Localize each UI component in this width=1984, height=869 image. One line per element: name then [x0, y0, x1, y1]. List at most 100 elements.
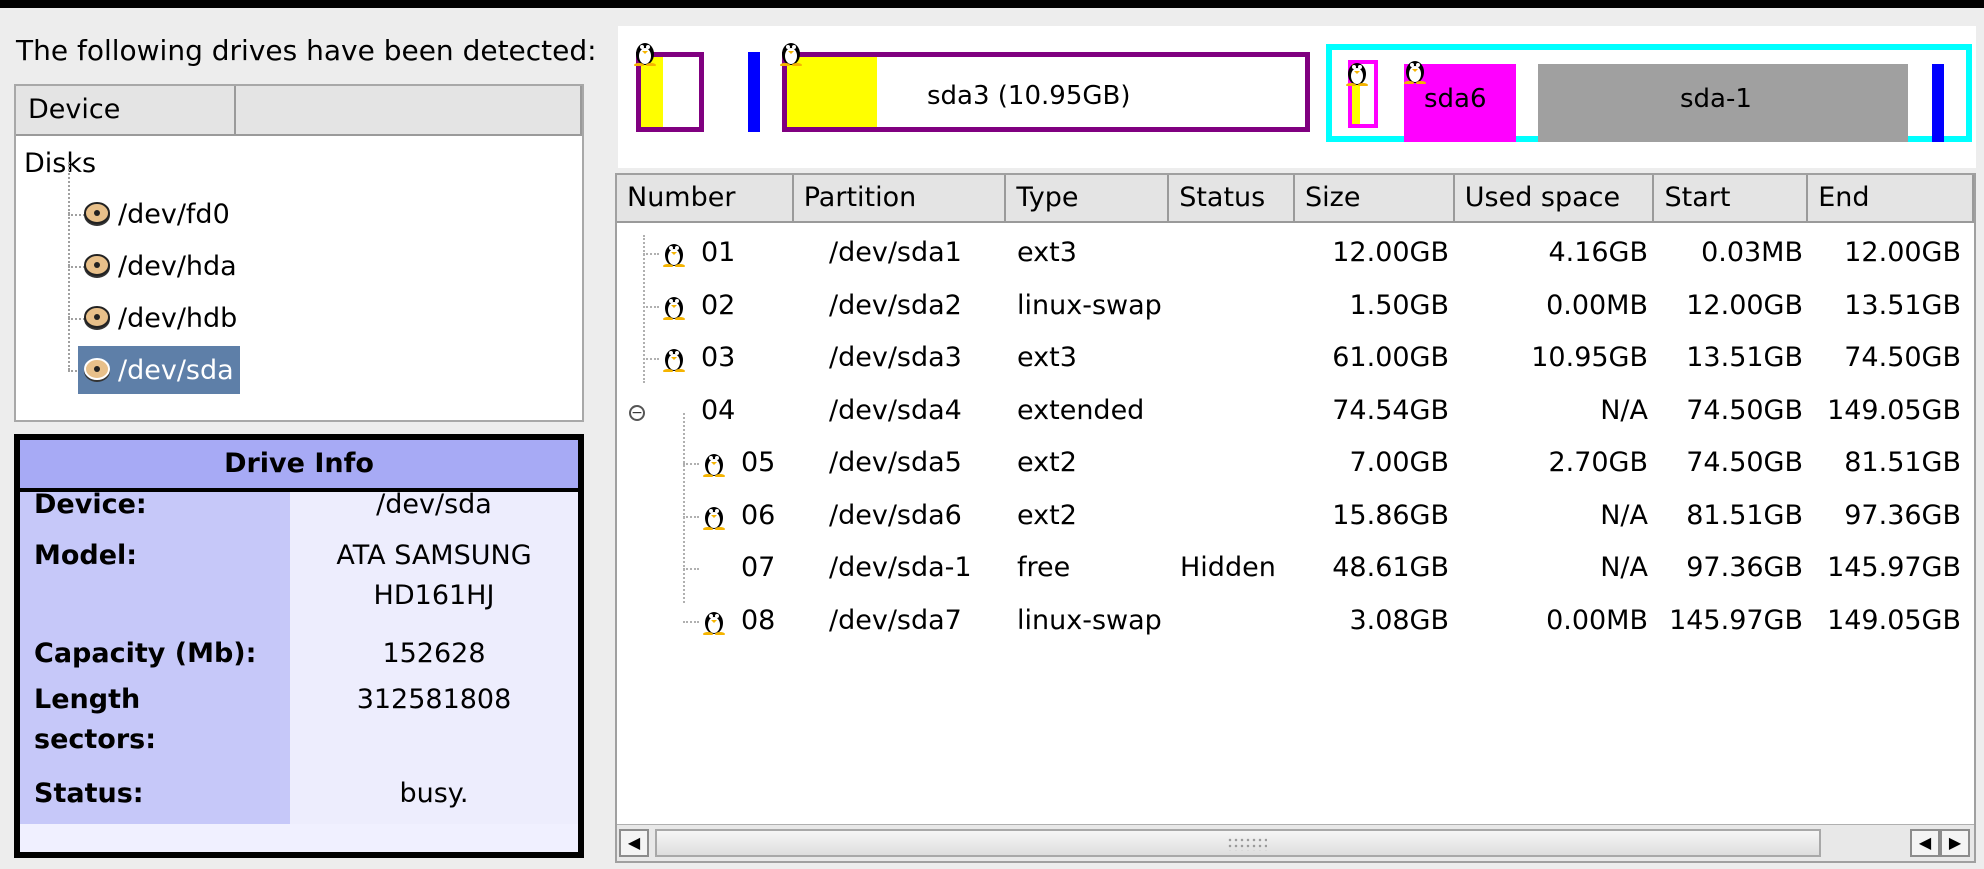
- cell-partition: /dev/sda7: [829, 604, 962, 636]
- info-value: busy.: [290, 768, 578, 824]
- tree-item-fd0[interactable]: /dev/fd0: [58, 162, 578, 240]
- table-row[interactable]: 02/dev/sda2 linux-swap 1.50GB 0.00MB 12.00GB…: [617, 280, 1974, 332]
- scroll-left-button[interactable]: ◀: [619, 829, 649, 857]
- cell-type: linux-swap: [1017, 289, 1162, 321]
- tux-icon: [661, 292, 687, 327]
- partition-manager-window: The following drives have been detected:…: [0, 8, 1984, 869]
- cell-end: 149.05GB: [1827, 604, 1961, 636]
- partition-block-free[interactable]: sda-1: [1538, 64, 1908, 142]
- hard-disk-icon: [84, 202, 110, 226]
- table-row[interactable]: 06/dev/sda6 ext2 15.86GB N/A 81.51GB 97.36GB: [617, 490, 1974, 542]
- column-header-end[interactable]: End: [1808, 175, 1974, 223]
- cell-size: 15.86GB: [1332, 499, 1449, 531]
- cell-type: free: [1017, 552, 1071, 583]
- cell-end: 145.97GB: [1827, 552, 1961, 583]
- cell-end: 81.51GB: [1844, 447, 1961, 478]
- info-row-capacity: Capacity (Mb): 152628: [20, 628, 578, 680]
- cell-number: 02: [701, 289, 736, 321]
- column-header-start[interactable]: Start: [1654, 175, 1809, 223]
- column-header-status[interactable]: Status: [1169, 175, 1295, 223]
- column-header-type[interactable]: Type: [1006, 175, 1170, 223]
- column-header-used-space[interactable]: Used space: [1454, 175, 1655, 223]
- cell-partition: /dev/sda1: [829, 237, 962, 268]
- cell-partition: /dev/sda2: [829, 289, 962, 321]
- table-row[interactable]: − 04/dev/sda4 extended 74.54GB N/A 74.50GB 149…: [617, 385, 1974, 437]
- tree-guide-line: [643, 358, 659, 360]
- cell-start: 81.51GB: [1686, 499, 1803, 531]
- tree-guide-line: [643, 253, 659, 255]
- tree-guide-line: [683, 463, 699, 465]
- tree-guide-line: [643, 305, 659, 308]
- column-header-number[interactable]: Number: [617, 175, 794, 223]
- tree-item-label: /dev/hda: [118, 250, 237, 282]
- column-header-partition[interactable]: Partition: [793, 175, 1007, 223]
- tux-icon: [701, 607, 727, 642]
- info-row-device: Device: /dev/sda: [20, 491, 578, 536]
- cell-partition: /dev/sda-1: [829, 552, 972, 583]
- horizontal-scrollbar[interactable]: ◀ ◀ ▶: [617, 824, 1974, 861]
- cell-partition: /dev/sda3: [829, 342, 962, 373]
- info-row-status: Status: busy.: [20, 768, 578, 824]
- table-row[interactable]: 07/dev/sda-1 free Hidden 48.61GB N/A 97.36GB 1…: [617, 542, 1974, 594]
- cell-partition: /dev/sda6: [829, 499, 962, 531]
- hard-disk-icon: [84, 254, 110, 278]
- collapse-expander-icon[interactable]: −: [629, 404, 645, 421]
- partition-block-sda7[interactable]: [1932, 64, 1944, 142]
- tree-root-disks[interactable]: Disks: [24, 148, 96, 179]
- detected-drives-label: The following drives have been detected:: [16, 34, 597, 67]
- table-row[interactable]: 03/dev/sda3 ext3 61.00GB 10.95GB 13.51GB 74.5…: [617, 332, 1974, 384]
- cell-number: 08: [741, 604, 776, 636]
- column-header-blank: [236, 86, 582, 136]
- table-row[interactable]: 08/dev/sda7 linux-swap 3.08GB 0.00MB 145.97G…: [617, 595, 1974, 647]
- table-row[interactable]: 05/dev/sda5 ext2 7.00GB 2.70GB 74.50GB 81.51G…: [617, 437, 1974, 489]
- cell-partition: /dev/sda4: [829, 394, 962, 426]
- partition-table[interactable]: Number Partition Type Status Size Used s…: [615, 173, 1976, 863]
- drive-tree-header: Device: [16, 86, 582, 136]
- table-row[interactable]: 01/dev/sda1 ext3 12.00GB 4.16GB 0.03MB 12.00G…: [617, 227, 1974, 279]
- info-value: 152628: [290, 628, 578, 680]
- scroll-left-button-end[interactable]: ◀: [1910, 829, 1940, 857]
- column-header-device[interactable]: Device: [16, 86, 236, 136]
- info-value: /dev/sda: [290, 491, 578, 536]
- cell-start: 74.50GB: [1686, 394, 1803, 426]
- tree-item-hda[interactable]: /dev/hda: [58, 214, 578, 292]
- cell-used-space: 4.16GB: [1548, 237, 1648, 268]
- info-key: Capacity (Mb):: [20, 628, 290, 680]
- cell-used-space: N/A: [1600, 394, 1648, 426]
- selected-highlight: /dev/sda: [78, 346, 240, 394]
- tux-icon: [661, 239, 687, 274]
- tree-item-label: /dev/hdb: [118, 302, 238, 334]
- cell-end: 74.50GB: [1844, 342, 1961, 373]
- cell-size: 7.00GB: [1349, 447, 1449, 478]
- drive-tree[interactable]: Device Disks /dev/fd0 /dev/hda /dev/hdb: [14, 84, 584, 422]
- cell-start: 74.50GB: [1686, 447, 1803, 478]
- tree-item-label: /dev/sda: [118, 354, 234, 386]
- cell-used-space: 0.00MB: [1546, 289, 1648, 321]
- cell-used-space: 0.00MB: [1546, 604, 1648, 636]
- column-header-size[interactable]: Size: [1295, 175, 1455, 223]
- cell-start: 97.36GB: [1686, 552, 1803, 583]
- partition-block-sda3[interactable]: sda3 (10.95GB): [782, 52, 1310, 132]
- tree-guide-line: [683, 620, 699, 623]
- tree-item-sda[interactable]: /dev/sda: [58, 318, 578, 396]
- tux-icon: [1404, 61, 1426, 84]
- cell-end: 13.51GB: [1844, 289, 1961, 321]
- tree-guide-line: [683, 568, 699, 570]
- cell-number: 01: [701, 237, 736, 268]
- tux-icon: [701, 502, 727, 537]
- cell-type: linux-swap: [1017, 604, 1162, 636]
- info-key: Device:: [20, 491, 290, 536]
- partition-block-sda2[interactable]: [748, 52, 760, 132]
- tree-item-hdb[interactable]: /dev/hdb: [58, 266, 578, 344]
- drive-info-title: Drive Info: [20, 440, 578, 492]
- scrollbar-thumb[interactable]: [655, 829, 1821, 857]
- cell-type: ext3: [1017, 342, 1077, 373]
- cell-number: 03: [701, 342, 736, 373]
- tree-guide-line: [683, 515, 699, 518]
- cell-end: 97.36GB: [1844, 499, 1961, 531]
- scroll-right-button[interactable]: ▶: [1940, 829, 1970, 857]
- partition-table-header: Number Partition Type Status Size Used s…: [617, 175, 1974, 223]
- cell-size: 1.50GB: [1349, 289, 1449, 321]
- info-key: Length sectors:: [20, 680, 290, 768]
- info-value: ATA SAMSUNG HD161HJ: [290, 536, 578, 628]
